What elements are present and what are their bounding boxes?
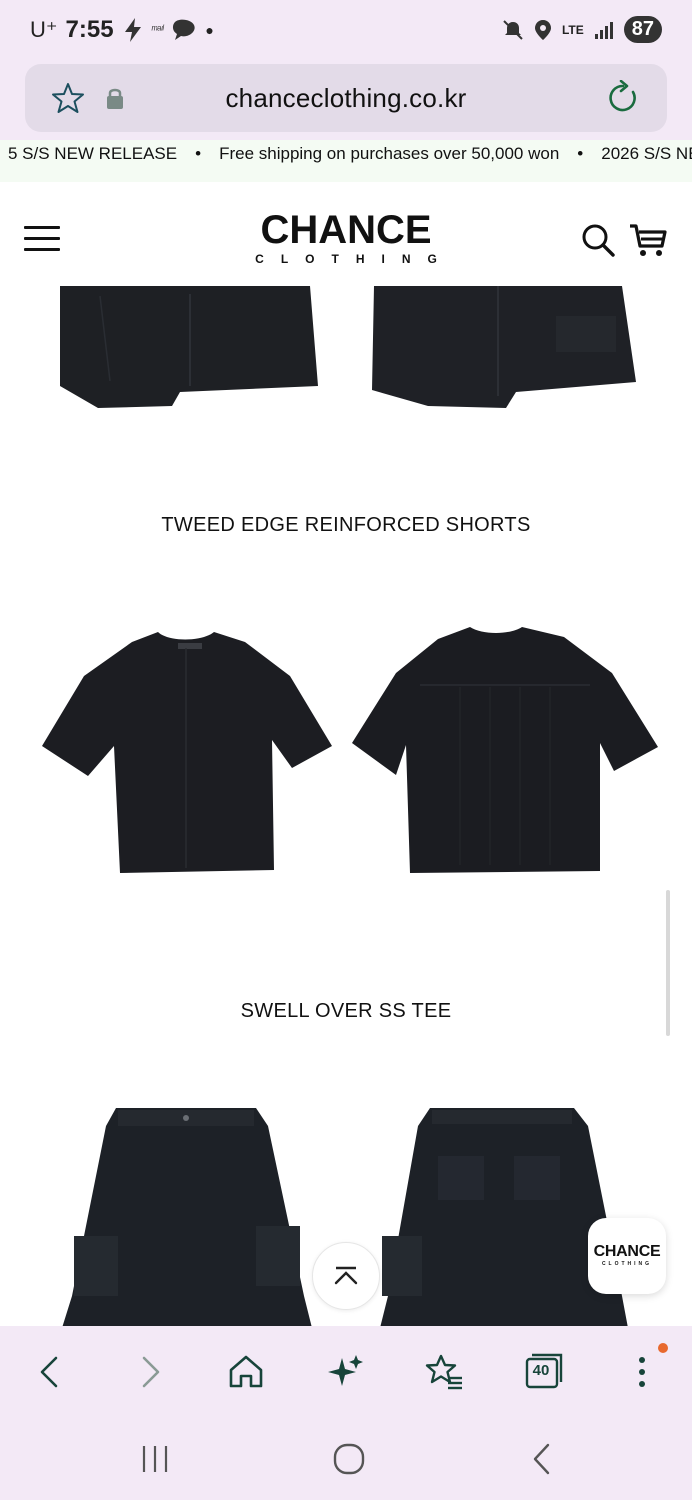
- chevron-up-icon: [334, 1266, 358, 1285]
- search-icon[interactable]: [580, 222, 616, 258]
- back-icon[interactable]: [30, 1352, 70, 1392]
- cart-icon[interactable]: [628, 222, 668, 258]
- status-right: LTE 87: [502, 16, 662, 43]
- location-icon: [534, 19, 551, 40]
- product-image-tee-back[interactable]: [350, 625, 660, 880]
- notification-dot-icon: ●: [205, 22, 214, 38]
- mute-icon: [503, 19, 523, 40]
- badge-wordmark: CHANCE: [593, 1243, 661, 1260]
- reload-icon[interactable]: [605, 80, 641, 116]
- recents-icon[interactable]: [138, 1442, 172, 1476]
- product-image-cargo-shorts-back[interactable]: [378, 1106, 630, 1328]
- browser-toolbar: 40: [0, 1326, 692, 1416]
- nav-back-icon[interactable]: [526, 1442, 560, 1476]
- scroll-to-top-button[interactable]: [312, 1242, 380, 1310]
- charging-bolt-icon: [124, 18, 141, 42]
- status-bar: U⁺ 7:55 ᵐᵃᶦˡ ● LTE 87: [0, 0, 692, 64]
- product-image-tee-front[interactable]: [40, 628, 335, 878]
- forward-icon[interactable]: [130, 1352, 170, 1392]
- address-bar[interactable]: chanceclothing.co.kr: [25, 64, 667, 132]
- product-title[interactable]: TWEED EDGE REINFORCED SHORTS: [0, 514, 692, 537]
- bookmarks-icon[interactable]: [424, 1352, 464, 1392]
- system-nav-bar: [0, 1416, 692, 1500]
- mail-app-icon: ᵐᵃᶦˡ: [151, 24, 164, 36]
- ticker-item: 2026 S/S NE: [601, 144, 692, 163]
- badge-subtitle: CLOTHING: [601, 1261, 653, 1267]
- site-header: CHANCE CLOTHING: [0, 182, 692, 286]
- signal-icon: [594, 21, 613, 39]
- product-title[interactable]: SWELL OVER SS TEE: [0, 1000, 692, 1023]
- notification-dot: [658, 1343, 668, 1353]
- browser-top-bar: chanceclothing.co.kr: [0, 64, 692, 140]
- product-image-cargo-shorts-front[interactable]: [60, 1106, 315, 1328]
- scrollbar[interactable]: [666, 890, 670, 1036]
- sparkle-icon[interactable]: [326, 1352, 366, 1392]
- home-icon[interactable]: [226, 1352, 266, 1392]
- product-image-shorts-front[interactable]: [40, 286, 330, 416]
- tabs-icon[interactable]: 40: [524, 1352, 564, 1392]
- ticker-item: Free shipping on purchases over 50,000 w…: [219, 144, 560, 163]
- chat-badge-button[interactable]: CHANCE CLOTHING: [588, 1218, 666, 1294]
- clock: 7:55: [65, 16, 114, 43]
- battery-indicator: 87: [623, 16, 662, 43]
- more-icon[interactable]: [622, 1352, 662, 1392]
- home-circle-icon[interactable]: [332, 1442, 366, 1476]
- url-text[interactable]: chanceclothing.co.kr: [25, 83, 667, 114]
- chat-bubble-icon: [173, 19, 196, 40]
- ticker-item: 5 S/S NEW RELEASE: [8, 144, 178, 163]
- tab-count: 40: [532, 1362, 550, 1379]
- status-left: U⁺ 7:55 ᵐᵃᶦˡ ●: [30, 16, 214, 44]
- carrier-label: U⁺: [30, 17, 58, 42]
- network-type: LTE: [561, 22, 584, 37]
- product-image-shorts-back[interactable]: [356, 286, 646, 416]
- announcement-ticker: 5 S/S NEW RELEASE • Free shipping on pur…: [0, 140, 692, 182]
